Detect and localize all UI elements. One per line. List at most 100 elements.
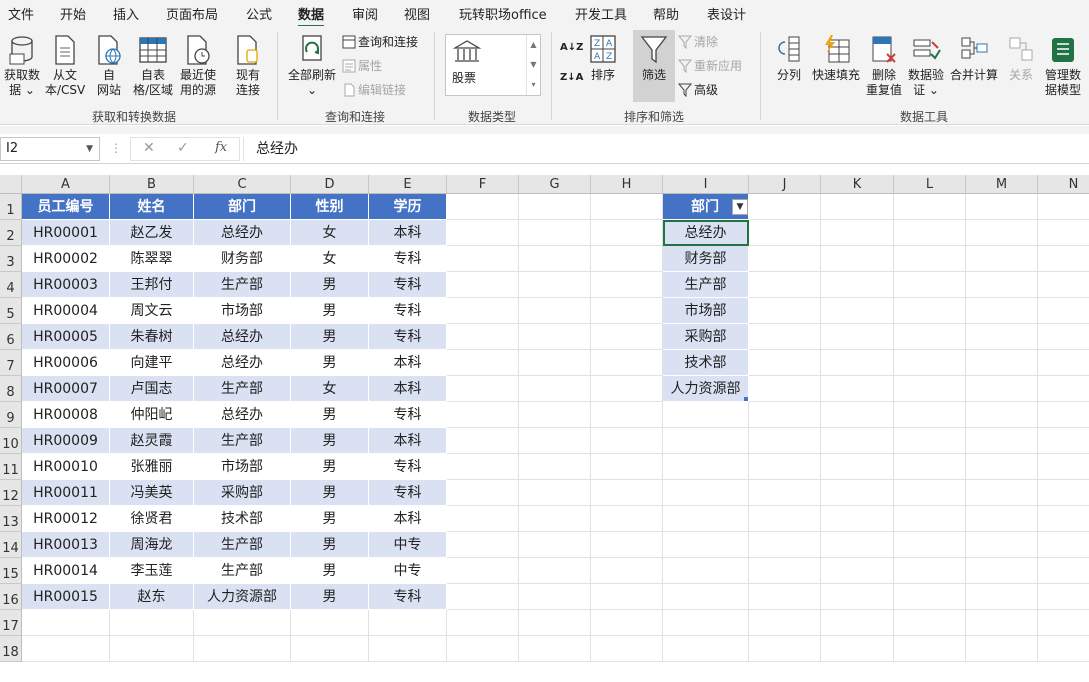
properties-button[interactable]: 属性 [342,56,382,76]
recent-sources-button[interactable]: 最近使 用的源 [177,34,219,98]
row-header-13[interactable]: 13 [0,506,22,532]
queries-connections-button[interactable]: 查询和连接 [342,32,418,52]
table-cell[interactable]: 专科 [369,324,447,350]
menu-tab-1[interactable]: 开始 [60,4,86,23]
table-cell[interactable]: 专科 [369,454,447,480]
table-cell[interactable]: 徐贤君 [110,506,194,532]
table-cell[interactable]: HR00005 [22,324,110,350]
row-header-2[interactable]: 2 [0,220,22,246]
table-cell[interactable]: HR00002 [22,246,110,272]
select-all-corner[interactable] [0,175,22,194]
column-header-N[interactable]: N [1038,175,1089,194]
table-cell[interactable]: 本科 [369,428,447,454]
name-box-dropdown-icon[interactable]: ▼ [86,138,93,160]
table-cell[interactable]: HR00006 [22,350,110,376]
table-cell[interactable]: 张雅丽 [110,454,194,480]
table-header-cell[interactable]: 员工编号 [22,194,110,220]
menu-tab-5[interactable]: 数据 [298,4,325,28]
table-cell[interactable]: 女 [291,246,369,272]
sort-button[interactable]: ZAAZ 排序 [587,34,619,83]
table-cell[interactable]: 男 [291,480,369,506]
table-cell[interactable]: HR00013 [22,532,110,558]
menu-tab-3[interactable]: 页面布局 [166,4,218,23]
table-cell[interactable]: 生产部 [194,272,291,298]
table-cell[interactable]: 生产部 [194,428,291,454]
table-cell[interactable]: HR00012 [22,506,110,532]
table-cell[interactable]: 本科 [369,220,447,246]
dept-cell[interactable]: 财务部 [663,246,749,272]
table-cell[interactable]: 专科 [369,402,447,428]
column-header-D[interactable]: D [291,175,369,194]
row-header-17[interactable]: 17 [0,610,22,636]
table-cell[interactable]: 中专 [369,532,447,558]
table-cell[interactable]: HR00001 [22,220,110,246]
dept-cell[interactable]: 人力资源部 [663,376,749,402]
row-header-6[interactable]: 6 [0,324,22,350]
table-cell[interactable]: 男 [291,506,369,532]
table-cell[interactable]: 市场部 [194,298,291,324]
row-header-7[interactable]: 7 [0,350,22,376]
table-cell[interactable]: HR00003 [22,272,110,298]
existing-connections-button[interactable]: 现有 连接 [230,34,266,98]
table-cell[interactable]: 陈翠翠 [110,246,194,272]
table-cell[interactable]: 中专 [369,558,447,584]
table-header-cell[interactable]: 部门 [194,194,291,220]
table-cell[interactable]: HR00011 [22,480,110,506]
dept-cell[interactable]: 市场部 [663,298,749,324]
table-cell[interactable]: HR00014 [22,558,110,584]
table-cell[interactable]: HR00004 [22,298,110,324]
column-header-H[interactable]: H [591,175,663,194]
column-header-I[interactable]: I [663,175,749,194]
table-cell[interactable]: 女 [291,376,369,402]
insert-function-icon[interactable]: fx [215,140,227,155]
menu-tab-11[interactable]: 表设计 [707,4,746,23]
table-cell[interactable]: 赵乙发 [110,220,194,246]
column-header-C[interactable]: C [194,175,291,194]
get-data-button[interactable]: 获取数 据 ⌄ [2,34,42,98]
table-cell[interactable]: 向建平 [110,350,194,376]
row-header-12[interactable]: 12 [0,480,22,506]
menu-tab-4[interactable]: 公式 [246,4,272,23]
remove-duplicates-button[interactable]: 删除 重复值 [864,34,904,98]
column-header-A[interactable]: A [22,175,110,194]
formula-input[interactable]: 总经办 [243,137,1089,161]
menu-tab-6[interactable]: 审阅 [352,4,378,23]
flash-fill-button[interactable]: 快速填充 [810,34,862,83]
column-header-K[interactable]: K [821,175,894,194]
table-cell[interactable]: 男 [291,402,369,428]
table-cell[interactable]: 专科 [369,298,447,324]
row-header-10[interactable]: 10 [0,428,22,454]
table-cell[interactable]: 朱春树 [110,324,194,350]
table-cell[interactable]: 王邦付 [110,272,194,298]
row-header-18[interactable]: 18 [0,636,22,662]
table-cell[interactable]: HR00008 [22,402,110,428]
column-header-F[interactable]: F [447,175,519,194]
table-cell[interactable]: 赵灵霞 [110,428,194,454]
table-cell[interactable]: 男 [291,428,369,454]
relationships-button[interactable]: 关系 [1004,34,1038,83]
menu-tab-0[interactable]: 文件 [8,4,34,23]
table-cell[interactable]: 本科 [369,376,447,402]
table-cell[interactable]: 男 [291,298,369,324]
table-cell[interactable]: HR00007 [22,376,110,402]
row-header-15[interactable]: 15 [0,558,22,584]
menu-tab-8[interactable]: 玩转职场office [459,4,547,23]
consolidate-button[interactable]: 合并计算 [948,34,1000,83]
table-cell[interactable]: 总经办 [194,220,291,246]
filter-dropdown-icon[interactable]: ▼ [732,199,748,215]
table-cell[interactable]: 专科 [369,246,447,272]
dept-cell[interactable]: 采购部 [663,324,749,350]
table-cell[interactable]: 本科 [369,506,447,532]
row-header-16[interactable]: 16 [0,584,22,610]
table-cell[interactable]: 财务部 [194,246,291,272]
table-resize-handle[interactable] [744,397,748,401]
table-cell[interactable]: 男 [291,350,369,376]
table-cell[interactable]: 人力资源部 [194,584,291,610]
menu-tab-10[interactable]: 帮助 [653,4,679,23]
table-cell[interactable]: 男 [291,324,369,350]
table-cell[interactable]: HR00015 [22,584,110,610]
table-cell[interactable]: 技术部 [194,506,291,532]
table-cell[interactable]: 周海龙 [110,532,194,558]
stocks-item[interactable]: 股票 [452,39,482,86]
menu-tab-7[interactable]: 视图 [404,4,430,23]
